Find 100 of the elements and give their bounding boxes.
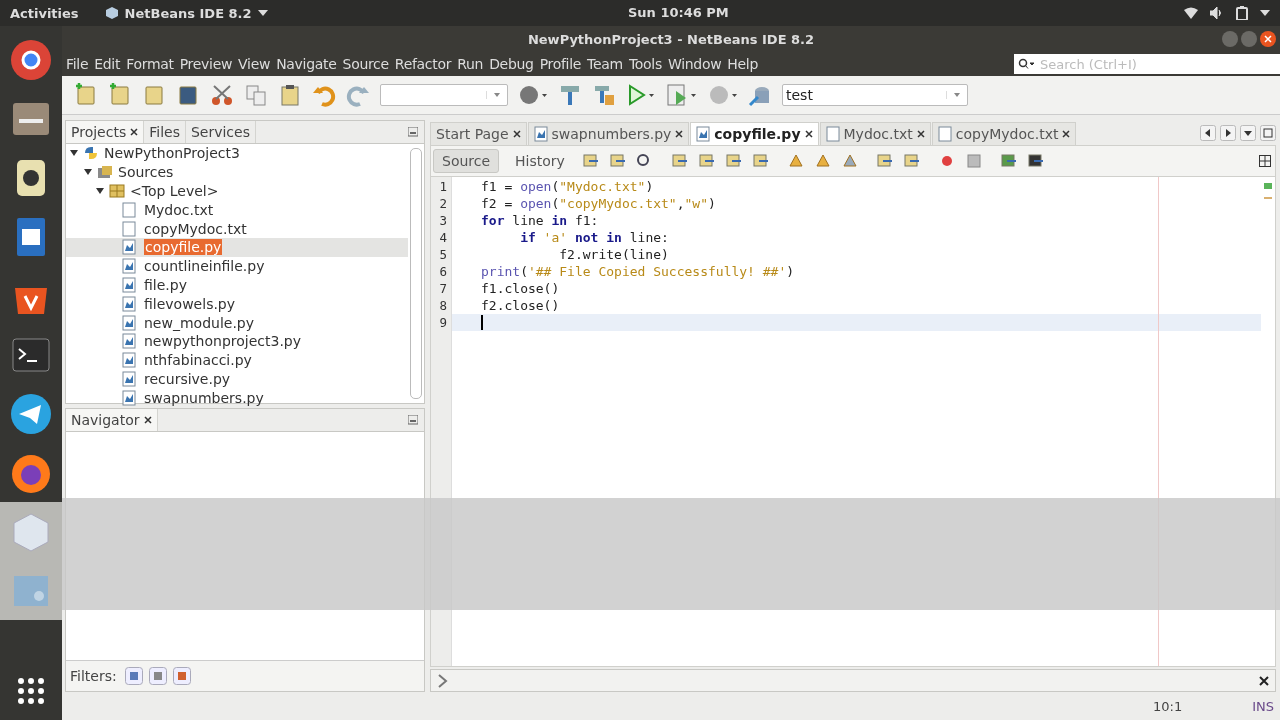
editor-tool-icon[interactable] [696,152,717,170]
close-icon[interactable] [143,416,152,424]
menu-item[interactable]: Source [342,56,393,72]
tree-item[interactable]: copyMydoc.txt [144,220,247,237]
new-project-icon[interactable] [108,83,132,107]
save-all-icon[interactable] [176,83,200,107]
volume-icon[interactable] [1210,7,1224,19]
tree-item[interactable]: newpythonproject3.py [144,333,302,350]
editor-tab[interactable]: Start Page [430,122,527,145]
tree-item[interactable]: Mydoc.txt [144,201,214,218]
tree-item[interactable]: new_module.py [144,314,255,331]
expand-arrow-icon[interactable] [70,149,78,158]
editor-tab[interactable]: copyfile.py [690,122,819,145]
caret-icon[interactable] [1260,10,1270,16]
close-icon[interactable] [130,128,139,136]
text-file-icon [825,126,840,142]
menu-item[interactable]: View [238,56,275,72]
menu-item[interactable]: Team [587,56,627,72]
menu-item[interactable]: Debug [489,56,538,72]
filter-private-button[interactable] [172,667,191,685]
scroll-right-button[interactable] [1220,124,1236,141]
caret-icon [257,10,268,16]
search-input[interactable]: Search (Ctrl+I) [1038,55,1262,73]
expand-arrow-icon[interactable] [96,187,104,195]
editor-tool-icon[interactable] [901,152,922,170]
editor-tool-icon[interactable] [669,152,690,170]
scroll-left-button[interactable] [1200,124,1216,141]
minimize-icon[interactable] [408,415,418,425]
menu-item[interactable]: Help [727,56,763,72]
editor-tool-icon[interactable] [998,152,1019,170]
menu-item[interactable]: Preview [179,56,237,72]
close-icon[interactable] [916,130,925,138]
editor-tool-icon[interactable] [750,152,771,170]
editor-tab[interactable]: copyMydoc.txt [931,122,1077,145]
panel-tab[interactable]: Navigator [66,409,158,431]
messenger-icon[interactable] [9,391,53,436]
menu-item[interactable]: Navigate [276,56,341,72]
editor-tool-icon[interactable] [607,152,628,170]
scrollbar[interactable] [410,148,422,399]
scissors-icon[interactable] [210,83,234,107]
code-line: if 'a' not in line: [519,229,669,246]
expand-arrow-icon[interactable] [84,168,92,177]
clock[interactable]: Sun 10:46 PM [628,5,729,20]
editor-tool-icon[interactable] [1025,152,1046,170]
panel-tab[interactable]: Services [185,121,256,143]
tree-item[interactable]: file.py [144,276,187,293]
filter-fields-button[interactable] [124,667,143,685]
editor-tab[interactable]: Mydoc.txt [819,122,931,145]
tree-item[interactable]: countlineinfile.py [144,258,265,275]
run-icon[interactable] [626,83,656,107]
editor-tab[interactable]: swapnumbers.py [527,122,690,145]
menu-item[interactable]: Tools [628,56,666,72]
minimize-icon[interactable] [408,127,418,137]
split-icon[interactable] [1259,155,1271,167]
tree-item[interactable]: filevowels.py [144,295,236,312]
activities-button[interactable]: Activities [10,5,79,21]
debug-icon[interactable] [666,83,698,107]
tree-item[interactable]: Sources [118,164,174,181]
filter-static-button[interactable] [148,667,167,685]
tree-item[interactable]: nthfabinacci.py [144,352,252,369]
app-menu[interactable]: NetBeans IDE 8.2 [104,5,268,21]
menu-item[interactable]: Run [457,56,488,72]
close-icon[interactable] [512,130,521,138]
tree-item[interactable]: <Top Level> [130,183,219,199]
tree-item[interactable]: NewPythonProject3 [104,145,240,162]
menu-item[interactable]: Edit [94,56,125,72]
close-icon[interactable] [1062,130,1071,138]
menu-item[interactable]: File [66,56,93,72]
tree-item[interactable]: swapnumbers.py [144,389,264,406]
menu-item[interactable]: Profile [539,56,586,72]
view-tab[interactable]: History [506,149,574,173]
app-grid-icon[interactable] [16,676,46,706]
editor-tool-icon[interactable] [723,152,744,170]
tab-list-button[interactable] [1240,124,1256,141]
globe-icon[interactable] [518,83,548,107]
code-line: f2 = open("copyMydoc.txt","w") [481,195,716,212]
view-tab[interactable]: Source [433,149,500,173]
close-icon[interactable] [804,130,813,138]
close-button[interactable] [1260,31,1276,47]
menu-item[interactable]: Format [126,56,178,72]
panel-tab[interactable]: Files [144,121,186,143]
menu-item[interactable]: Window [667,56,726,72]
hammer-icon[interactable] [558,83,582,107]
wifi-icon[interactable] [1184,7,1198,19]
chevron-icon[interactable] [437,673,449,688]
tree-item[interactable]: recursive.py [144,370,231,387]
close-icon[interactable] [675,130,684,138]
config-dropdown[interactable]: test [782,84,968,106]
new-file-icon[interactable] [74,83,98,107]
editor-tool-icon[interactable] [580,152,601,170]
clipboard-icon[interactable] [278,83,302,107]
panel-tab[interactable]: Projects [66,121,145,143]
python-file-icon [122,295,136,312]
browser-icon[interactable] [9,37,53,82]
close-icon[interactable] [1259,675,1269,686]
search-field[interactable]: Search (Ctrl+I) [1014,54,1280,74]
menu-item[interactable]: Refactor [394,56,456,72]
editor-tool-icon[interactable] [874,152,895,170]
battery-icon[interactable] [1236,6,1248,20]
folder-icon [97,164,113,181]
